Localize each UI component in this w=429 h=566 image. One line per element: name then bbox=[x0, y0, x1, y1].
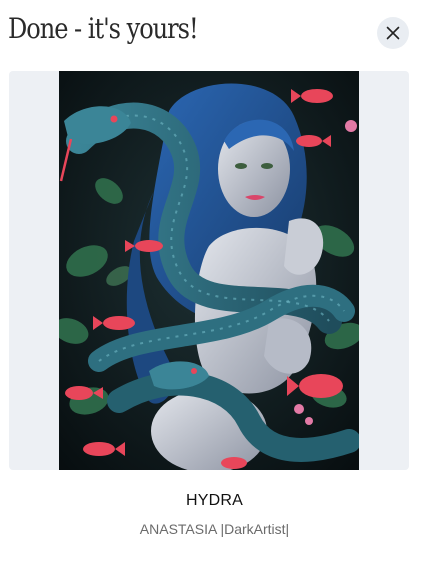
artist-name[interactable]: ANASTASIA |DarkArtist| bbox=[0, 521, 429, 537]
artwork-image[interactable] bbox=[59, 71, 359, 470]
dialog-title: Done - it's yours! bbox=[8, 12, 199, 45]
close-icon bbox=[386, 26, 400, 40]
dialog-header: Done - it's yours! bbox=[0, 0, 429, 68]
artwork-title: HYDRA bbox=[185, 492, 243, 509]
artwork-frame bbox=[9, 71, 409, 470]
close-button[interactable] bbox=[377, 17, 409, 49]
